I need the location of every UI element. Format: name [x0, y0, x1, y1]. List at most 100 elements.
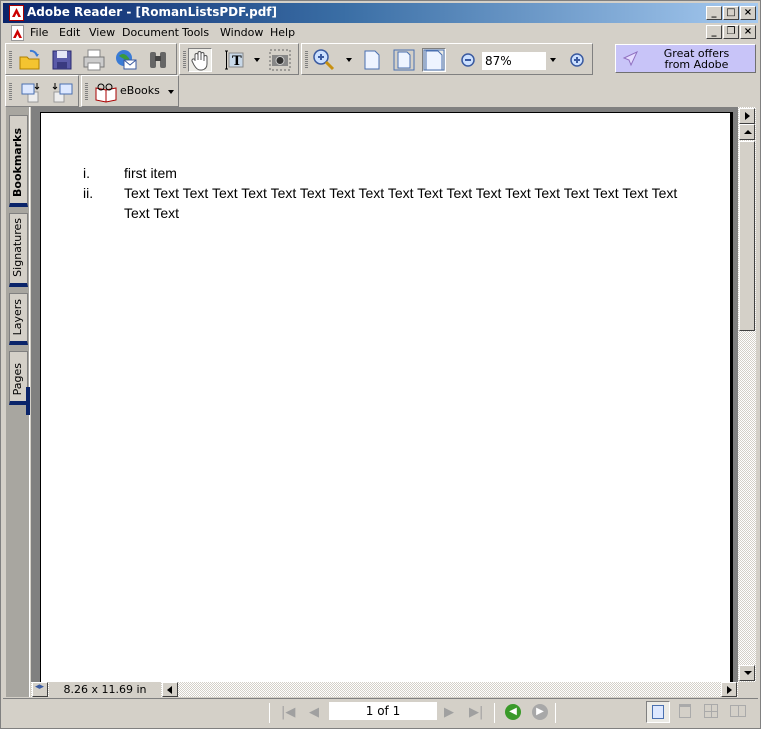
actual-size-icon[interactable]	[360, 48, 384, 72]
svg-text:T: T	[232, 54, 242, 69]
zoom-tool-dropdown-icon[interactable]	[346, 58, 352, 62]
rotate-counterclockwise-icon[interactable]	[50, 80, 74, 104]
search-icon[interactable]	[146, 48, 170, 72]
next-page-icon[interactable]: ▶	[444, 705, 454, 720]
ebooks-dropdown-icon[interactable]	[168, 90, 174, 94]
rotate-clockwise-icon[interactable]	[20, 80, 44, 104]
toolbar-grip[interactable]	[305, 51, 308, 69]
select-text-icon[interactable]: T	[222, 48, 246, 72]
list-item: ii. Text Text Text Text Text Text Text T…	[83, 183, 683, 223]
page-number-input[interactable]: 1 of 1	[329, 702, 437, 720]
status-bar: |◀ ◀ 1 of 1 ▶ ▶| ◀ ▶	[3, 698, 758, 726]
adobe-reader-app-icon[interactable]	[9, 5, 24, 21]
scroll-right-button[interactable]	[721, 682, 737, 697]
hand-tool-icon[interactable]	[188, 48, 212, 72]
doc-restore-button[interactable]: ❐	[723, 25, 739, 39]
menu-tools[interactable]: Tools	[182, 26, 209, 39]
continuous-layout-button[interactable]	[674, 701, 698, 723]
tab-layers[interactable]: Layers	[9, 293, 28, 345]
zoom-in-icon[interactable]	[565, 48, 589, 72]
maximize-button[interactable]: □	[723, 6, 739, 20]
file-toolbar	[5, 43, 177, 75]
toolbar-grip[interactable]	[85, 83, 88, 101]
split-arrows-icon: ◂▸	[35, 682, 45, 692]
continuous-icon	[679, 704, 691, 718]
list-item-text: Text Text Text Text Text Text Text Text …	[124, 185, 678, 221]
cursor-arrow-icon	[622, 51, 638, 67]
toolbar-grip[interactable]	[183, 51, 186, 69]
document-view: i. first item ii. Text Text Text Text Te…	[31, 107, 738, 687]
minimize-button[interactable]: _	[706, 6, 722, 20]
menu-view[interactable]: View	[89, 26, 115, 39]
menu-document[interactable]: Document	[122, 26, 179, 39]
toolbar-grip[interactable]	[9, 51, 12, 69]
split-horizontal-button[interactable]: ◂▸	[32, 682, 48, 697]
page-size-readout: 8.26 x 11.69 in	[49, 682, 161, 697]
facing-layout-button[interactable]	[727, 701, 751, 723]
great-offers-button[interactable]: Great offers from Adobe	[615, 44, 756, 73]
scroll-down-button[interactable]	[739, 665, 755, 681]
vertical-scrollbar[interactable]	[738, 107, 756, 682]
title-bar: Adobe Reader - [RomanListsPDF.pdf] _ □ ×	[3, 3, 758, 23]
roman-numeral-list: i. first item ii. Text Text Text Text Te…	[83, 163, 683, 223]
menu-edit[interactable]: Edit	[59, 26, 80, 39]
continuous-facing-layout-button[interactable]	[700, 701, 724, 723]
fit-page-icon[interactable]	[392, 48, 416, 72]
list-item: i. first item	[83, 163, 683, 183]
pdf-page: i. first item ii. Text Text Text Text Te…	[40, 112, 733, 687]
zoom-toolbar: 87%	[301, 43, 593, 75]
close-button[interactable]: ×	[740, 6, 756, 20]
menu-help[interactable]: Help	[270, 26, 295, 39]
email-icon[interactable]	[114, 48, 138, 72]
promo-line-2: from Adobe	[664, 58, 729, 71]
doc-minimize-button[interactable]: _	[706, 25, 722, 39]
fit-width-icon[interactable]	[422, 48, 446, 72]
open-icon[interactable]	[18, 48, 42, 72]
pane-resize-handle[interactable]	[26, 387, 30, 415]
ebooks-label[interactable]: eBooks	[120, 84, 160, 97]
ebooks-icon[interactable]	[94, 80, 118, 104]
toolbar-grip[interactable]	[9, 83, 12, 101]
last-page-icon[interactable]: ▶|	[469, 705, 483, 720]
horizontal-scrollbar[interactable]: ◂▸ 8.26 x 11.69 in	[31, 682, 738, 697]
ebooks-toolbar: eBooks	[81, 75, 179, 107]
zoom-in-tool-icon[interactable]	[312, 48, 336, 72]
zoom-level-input[interactable]: 87%	[482, 52, 546, 70]
split-view-button[interactable]	[739, 108, 755, 124]
separator	[269, 703, 270, 723]
previous-page-icon[interactable]: ◀	[309, 705, 319, 720]
list-item-text: first item	[124, 165, 177, 181]
first-page-icon[interactable]: |◀	[281, 705, 295, 720]
scroll-up-button[interactable]	[739, 124, 755, 140]
previous-view-icon[interactable]: ◀	[505, 704, 521, 720]
list-marker: ii.	[83, 185, 94, 201]
list-marker: i.	[83, 165, 90, 181]
scroll-left-button[interactable]	[162, 682, 178, 697]
single-page-layout-button[interactable]	[646, 701, 670, 723]
print-icon[interactable]	[82, 48, 106, 72]
snapshot-icon[interactable]	[268, 48, 292, 72]
doc-close-button[interactable]: ×	[740, 25, 756, 39]
vertical-scroll-thumb[interactable]	[739, 141, 755, 331]
facing-icon	[730, 705, 746, 717]
separator	[555, 703, 556, 723]
next-view-icon[interactable]: ▶	[532, 704, 548, 720]
select-tool-dropdown-icon[interactable]	[254, 58, 260, 62]
navigation-pane-tabs: Bookmarks Signatures Layers Pages	[6, 107, 30, 697]
menu-window[interactable]: Window	[220, 26, 263, 39]
tab-bookmarks[interactable]: Bookmarks	[9, 115, 28, 207]
page-rotate-toolbar	[5, 75, 79, 107]
single-page-icon	[652, 705, 664, 719]
save-icon[interactable]	[50, 48, 74, 72]
adobe-reader-window: Adobe Reader - [RomanListsPDF.pdf] _ □ ×…	[0, 0, 761, 729]
tab-signatures[interactable]: Signatures	[9, 213, 28, 287]
continuous-facing-icon	[704, 704, 718, 718]
window-title: Adobe Reader - [RomanListsPDF.pdf]	[27, 5, 278, 19]
zoom-out-icon[interactable]	[456, 48, 480, 72]
pdf-document-icon[interactable]	[11, 25, 24, 41]
separator	[494, 703, 495, 723]
menu-bar: File Edit View Document Tools Window Hel…	[3, 23, 758, 43]
menu-file[interactable]: File	[30, 26, 48, 39]
basic-tools-toolbar: T	[179, 43, 299, 75]
zoom-level-dropdown-icon[interactable]	[550, 58, 556, 62]
